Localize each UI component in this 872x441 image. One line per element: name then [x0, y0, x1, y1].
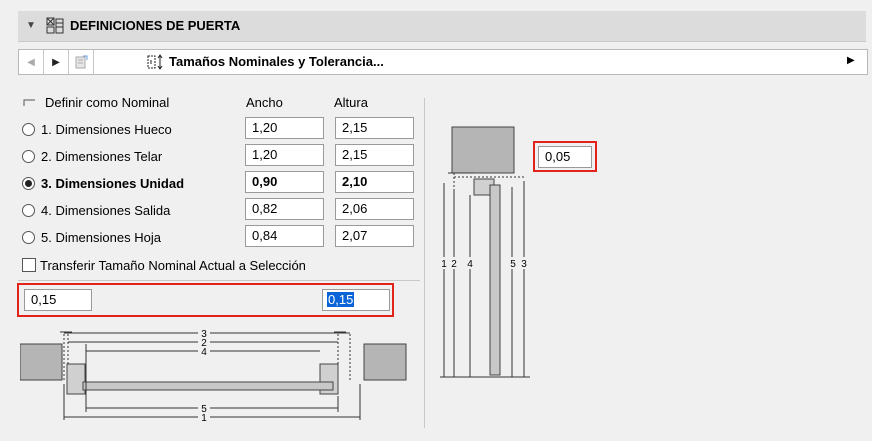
tolerance-highlight: 0,15 0,15 [17, 283, 394, 317]
height-column-header: Altura [334, 95, 368, 110]
dimension-row: 2. Dimensiones Telar 1,20 2,15 [22, 144, 422, 170]
panel-list-button[interactable] [69, 50, 94, 74]
collapse-triangle-icon[interactable]: ▼ [26, 20, 36, 31]
width-field[interactable]: 0,84 [245, 225, 324, 247]
dim-label: 1 [441, 259, 447, 270]
dimension-row: 3. Dimensiones Unidad 0,90 2,10 [22, 171, 422, 197]
width-field[interactable]: 0,90 [245, 171, 324, 193]
radio-salida[interactable] [22, 204, 35, 217]
dim-label: 5 [510, 259, 516, 270]
height-field[interactable]: 2,15 [335, 117, 414, 139]
dim-label: 4 [467, 259, 473, 270]
selected-text: 0,15 [327, 292, 355, 307]
top-tolerance-field[interactable]: 0,05 [538, 146, 592, 168]
dim-label: 1 [201, 413, 207, 424]
panel-dropdown[interactable]: Tamaños Nominales y Tolerancia... ▶ [95, 50, 865, 74]
row-label: 1. Dimensiones Hueco [41, 122, 172, 137]
door-settings-icon [46, 17, 64, 34]
page-list-icon [75, 55, 88, 69]
left-tolerance-field[interactable]: 0,15 [24, 289, 92, 311]
nominal-column-label: Definir como Nominal [45, 95, 170, 110]
row-label: 4. Dimensiones Salida [41, 203, 171, 218]
radio-hueco[interactable] [22, 123, 35, 136]
width-field[interactable]: 1,20 [245, 144, 324, 166]
top-tolerance-highlight: 0,05 [533, 141, 597, 172]
height-field[interactable]: 2,06 [335, 198, 414, 220]
nominal-bracket-icon [23, 99, 35, 106]
transfer-checkbox[interactable] [22, 258, 36, 272]
dimension-row: 1. Dimensiones Hueco 1,20 2,15 [22, 117, 422, 143]
dim-label: 4 [201, 347, 207, 358]
width-column-header: Ancho [246, 95, 283, 110]
height-field[interactable]: 2,15 [335, 144, 414, 166]
divider [18, 280, 420, 281]
panel-navigator: ◀ ▶ Tamaños Nominales y Tolerancia... ▶ [18, 49, 868, 75]
radio-telar[interactable] [22, 150, 35, 163]
section-header[interactable]: ▼ DEFINICIONES DE PUERTA [18, 11, 866, 42]
height-field[interactable]: 2,07 [335, 225, 414, 247]
height-field[interactable]: 2,10 [335, 171, 414, 193]
section-title: DEFINICIONES DE PUERTA [70, 18, 241, 33]
radio-unidad[interactable] [22, 177, 35, 190]
right-tolerance-field[interactable]: 0,15 [322, 289, 390, 311]
dim-label: 2 [451, 259, 457, 270]
pane-divider [424, 98, 425, 428]
vertical-section-diagram: 1 2 4 5 3 [440, 126, 530, 378]
dim-label: 3 [521, 259, 527, 270]
dimension-row: 5. Dimensiones Hoja 0,84 2,07 [22, 225, 422, 251]
next-panel-button[interactable]: ▶ [44, 50, 69, 74]
row-label: 5. Dimensiones Hoja [41, 230, 161, 245]
row-label: 3. Dimensiones Unidad [41, 176, 185, 191]
row-label: 2. Dimensiones Telar [41, 149, 163, 164]
radio-hoja[interactable] [22, 231, 35, 244]
dropdown-arrow-icon: ▶ [847, 55, 855, 66]
horizontal-section-diagram: 3 2 4 5 1 [20, 326, 407, 424]
width-field[interactable]: 0,82 [245, 198, 324, 220]
size-tolerance-icon [147, 54, 163, 70]
dimension-row: 4. Dimensiones Salida 0,82 2,06 [22, 198, 422, 224]
transfer-label: Transferir Tamaño Nominal Actual a Selec… [40, 258, 306, 273]
width-field[interactable]: 1,20 [245, 117, 324, 139]
panel-dropdown-label: Tamaños Nominales y Tolerancia... [169, 54, 384, 69]
prev-panel-button[interactable]: ◀ [19, 50, 44, 74]
